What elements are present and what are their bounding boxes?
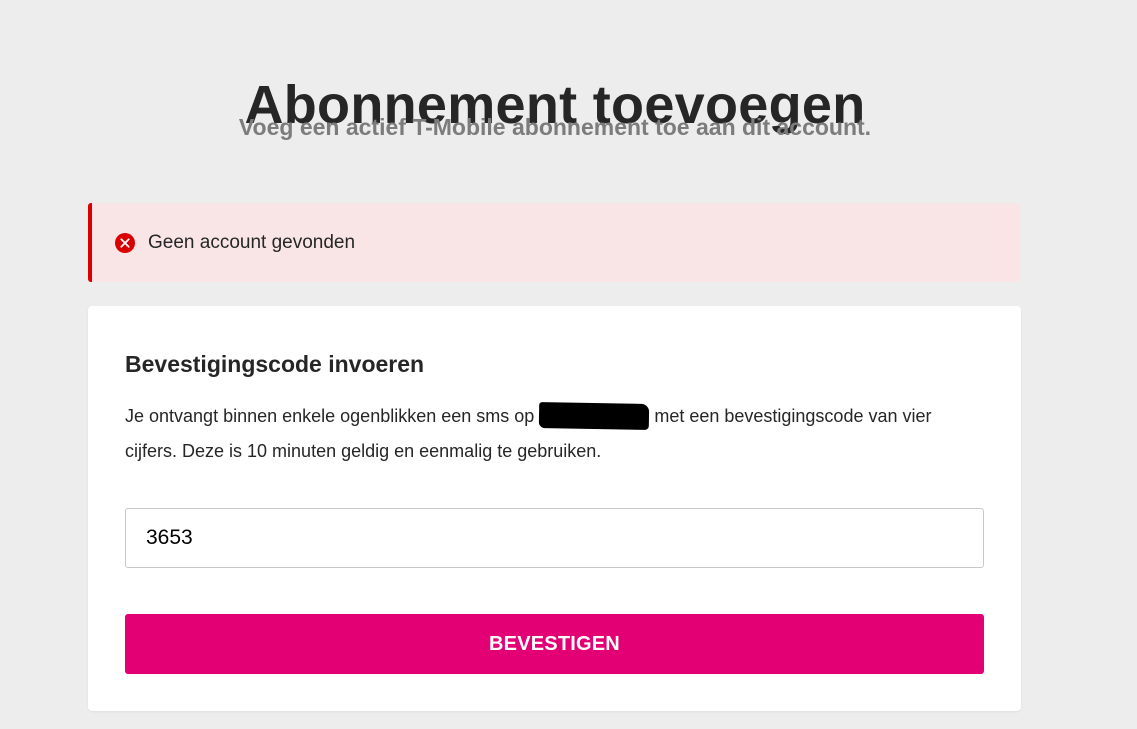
error-circle-x-icon xyxy=(115,232,135,253)
error-alert: Geen account gevonden xyxy=(88,203,1020,282)
error-message: Geen account gevonden xyxy=(148,231,356,253)
verification-card: Bevestigingscode invoeren Je ontvangt bi… xyxy=(88,306,1021,711)
page-subtitle: Voeg een actief T-Mobile abonnement toe … xyxy=(238,114,872,140)
verification-code-input[interactable] xyxy=(125,508,984,568)
description-text-before: Je ontvangt binnen enkele ogenblikken ee… xyxy=(125,406,535,426)
card-description: Je ontvangt binnen enkele ogenblikken ee… xyxy=(125,399,985,469)
redacted-phone-number xyxy=(539,402,650,430)
card-title: Bevestigingscode invoeren xyxy=(125,351,425,377)
confirm-button[interactable]: BEVESTIGEN xyxy=(125,614,984,674)
